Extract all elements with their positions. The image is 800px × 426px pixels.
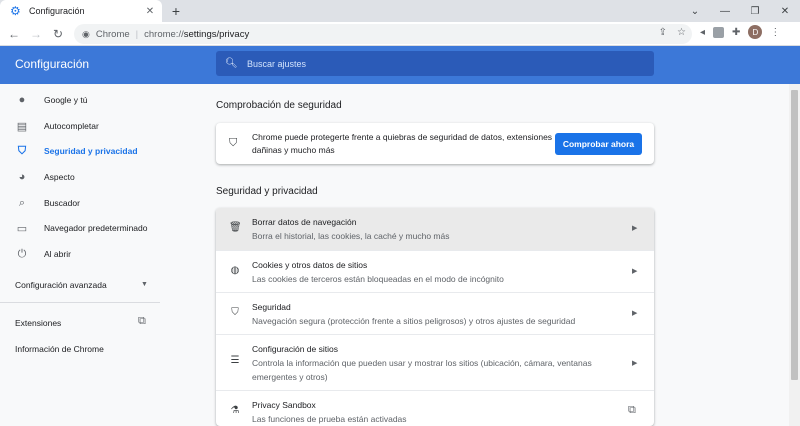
page-title: Configuración	[15, 57, 90, 71]
cookie-icon: ◍	[230, 265, 240, 276]
chrome-icon: ◉	[82, 28, 90, 39]
gear-icon: ⚙	[10, 4, 21, 18]
search-icon: 🔍︎	[225, 58, 238, 69]
sidebar-item-search-engine[interactable]: ⌕ Buscador	[0, 190, 160, 216]
sidebar-item-google[interactable]: ● Google y tú	[0, 87, 160, 113]
extensions-puzzle-icon[interactable]: ✚	[732, 27, 740, 38]
url-path: settings/privacy	[183, 28, 250, 40]
sidebar-advanced[interactable]: Configuración avanzada	[15, 280, 107, 290]
back-button[interactable]: ←	[3, 23, 25, 45]
safety-check-text: Chrome puede protegerte frente a quiebra…	[252, 132, 553, 155]
sidebar-item-label: Google y tú	[44, 95, 88, 105]
sidebar-extensions[interactable]: Extensiones	[15, 318, 61, 328]
shield-icon: ⛉	[231, 307, 239, 318]
row-title: Configuración de sitios	[252, 344, 338, 354]
list-item-privacy-sandbox[interactable]: ⚗ Privacy Sandbox Las funciones de prueb…	[216, 390, 654, 426]
open-external-icon[interactable]: ⧉	[138, 315, 146, 328]
browser-toolbar: ← → ↻ ◉ Chrome | chrome://settings/priva…	[0, 22, 800, 46]
list-item-cookies[interactable]: ◍ Cookies y otros datos de sitios Las co…	[216, 250, 654, 292]
shield-icon: ⛉	[17, 144, 27, 157]
sidebar: ● Google y tú ▤ Autocompletar ⛉ Segurida…	[0, 84, 160, 426]
row-subtitle: Las funciones de prueba están activadas	[252, 414, 407, 424]
search-input[interactable]	[247, 58, 627, 69]
row-subtitle: Controla la información que pueden usar …	[252, 358, 592, 382]
forward-button[interactable]: →	[25, 23, 47, 45]
row-subtitle: Navegación segura (protección frente a s…	[252, 316, 576, 326]
palette-icon: ◕	[18, 171, 26, 183]
reload-button[interactable]: ↻	[47, 23, 69, 45]
row-title: Cookies y otros datos de sitios	[252, 260, 368, 270]
arrow-right-icon: ▶	[632, 310, 638, 317]
settings-header: Configuración 🔍︎	[0, 46, 800, 84]
arrow-right-icon: ▶	[632, 360, 638, 367]
sidebar-item-label: Aspecto	[44, 172, 75, 182]
avatar[interactable]: D	[748, 25, 763, 39]
scrollbar-thumb[interactable]	[791, 90, 798, 380]
url-prefix: chrome://	[144, 28, 184, 40]
chevron-down-icon[interactable]: ⌄	[680, 0, 710, 22]
search-icon: ⌕	[18, 196, 26, 209]
tab-title: Configuración	[29, 6, 85, 16]
list-item-clear-browsing-data[interactable]: 🗑︎ Borrar datos de navegación Borra el h…	[216, 208, 654, 250]
caret-down-icon[interactable]: ▼	[141, 281, 148, 288]
sidebar-item-label: Buscador	[44, 198, 80, 208]
safety-check-card: ⛉ Chrome puede protegerte frente a quieb…	[216, 123, 654, 164]
privacy-heading: Seguridad y privacidad	[216, 186, 318, 197]
arrow-right-icon: ▶	[632, 225, 638, 232]
trash-icon: 🗑︎	[229, 222, 242, 233]
close-tab-icon[interactable]: ✕	[142, 6, 158, 17]
shield-icon: ⛉	[229, 137, 238, 149]
flask-icon: ⚗	[230, 405, 240, 416]
sidebar-item-appearance[interactable]: ◕ Aspecto	[0, 164, 160, 190]
privacy-card: 🗑︎ Borrar datos de navegación Borra el h…	[216, 208, 654, 426]
address-bar[interactable]: ◉ Chrome | chrome://settings/privacy ⇪ ☆	[74, 24, 692, 44]
list-item-security[interactable]: ⛉ Seguridad Navegación segura (protecció…	[216, 292, 654, 334]
extension-1-icon[interactable]: ◂	[700, 27, 705, 38]
sidebar-item-autofill[interactable]: ▤ Autocompletar	[0, 113, 160, 139]
omnibox-separator: |	[135, 28, 139, 40]
check-now-button[interactable]: Comprobar ahora	[555, 133, 642, 155]
sidebar-item-on-startup[interactable]: ⏻ Al abrir	[0, 241, 160, 267]
divider	[0, 302, 160, 303]
minimize-button[interactable]: —	[710, 0, 740, 22]
sidebar-item-label: Navegador predeterminado	[44, 223, 148, 233]
arrow-right-icon: ▶	[632, 268, 638, 275]
sliders-icon: ☰	[230, 355, 240, 366]
power-icon: ⏻	[17, 247, 27, 260]
site-label: Chrome	[95, 28, 130, 40]
share-icon[interactable]: ⇪	[659, 27, 667, 38]
tab-settings[interactable]: ⚙ Configuración ✕	[0, 0, 162, 22]
open-external-icon[interactable]: ⧉	[628, 404, 636, 417]
sidebar-item-security[interactable]: ⛉ Seguridad y privacidad	[0, 138, 160, 164]
menu-dots-icon[interactable]: ⋮	[770, 27, 780, 38]
sidebar-item-label: Seguridad y privacidad	[44, 146, 138, 156]
person-icon: ●	[18, 94, 26, 106]
sidebar-item-default-browser[interactable]: ▭ Navegador predeterminado	[0, 215, 160, 241]
clipboard-icon: ▤	[16, 120, 28, 133]
bookmark-star-icon[interactable]: ☆	[677, 27, 686, 38]
list-item-site-settings[interactable]: ☰ Configuración de sitios Controla la in…	[216, 334, 654, 390]
window-close-button[interactable]: ✕	[770, 0, 800, 22]
row-title: Privacy Sandbox	[252, 400, 316, 410]
sidebar-about-chrome[interactable]: Información de Chrome	[15, 344, 104, 354]
tab-strip: ⚙ Configuración ✕ + ⌄ — ❐ ✕	[0, 0, 800, 22]
sidebar-item-label: Al abrir	[44, 249, 71, 259]
settings-search[interactable]: 🔍︎	[216, 51, 654, 76]
extension-2-icon[interactable]	[713, 26, 725, 38]
row-subtitle: Las cookies de terceros están bloqueadas…	[252, 274, 504, 284]
row-title: Seguridad	[252, 302, 291, 312]
sidebar-item-label: Autocompletar	[44, 121, 99, 131]
row-subtitle: Borra el historial, las cookies, la cach…	[252, 231, 450, 241]
safety-check-heading: Comprobación de seguridad	[216, 100, 342, 111]
restore-button[interactable]: ❐	[740, 0, 770, 22]
browser-icon: ▭	[16, 222, 28, 235]
new-tab-button[interactable]: +	[167, 2, 185, 20]
row-title: Borrar datos de navegación	[252, 217, 357, 227]
